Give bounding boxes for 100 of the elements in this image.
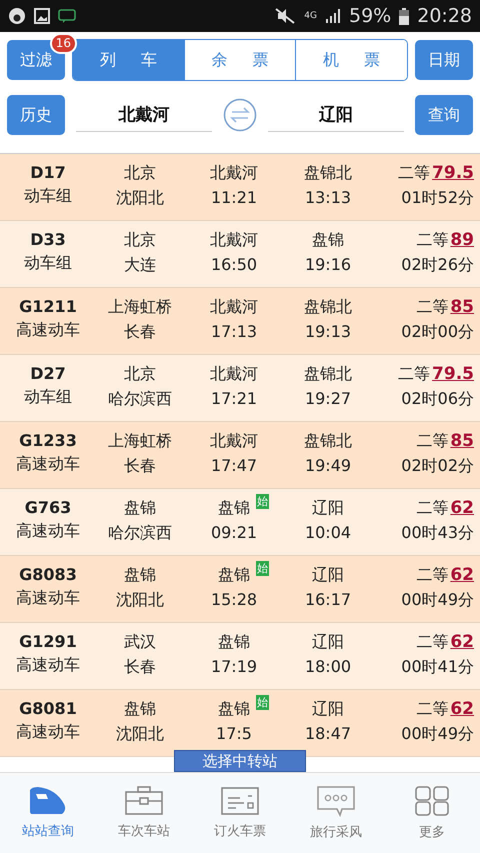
image-icon [34, 8, 50, 24]
terminal-station: 沈阳北 [116, 724, 164, 745]
station-field[interactable]: 北戴河 [76, 98, 212, 132]
price-link[interactable]: 79.5 [432, 364, 474, 384]
origin-station: 北京 [124, 163, 156, 184]
arrival-station: 辽阳 [312, 632, 344, 653]
origin-station: 盘锦 [124, 699, 156, 720]
train-type: 高速动车 [16, 588, 80, 609]
price-link[interactable]: 85 [450, 431, 474, 451]
terminal-station: 沈阳北 [116, 590, 164, 611]
arrival-station: 辽阳 [312, 498, 344, 519]
train-row[interactable]: D17 动车组 北京 沈阳北 北戴河 11:21 盘锦北 13:13 二等 79.5 01时52分 [0, 154, 480, 221]
departure-station: 盘锦 [218, 498, 250, 517]
train-row[interactable]: G1211 高速动车 上海虹桥 长春 北戴河 17:13 盘锦北 19:13 二等 85 02时00分 [0, 288, 480, 355]
arrival-time: 16:17 [304, 590, 352, 609]
terminal-station: 哈尔滨西 [108, 389, 172, 410]
arrival-time: 19:16 [304, 255, 352, 274]
arrival-station: 辽阳 [312, 565, 344, 586]
arrival-station: 盘锦北 [304, 297, 352, 318]
departure-time: 16:50 [210, 255, 258, 274]
search-button[interactable]: 查询 [415, 95, 473, 135]
seat-class: 二等 [416, 498, 448, 519]
origin-station: 盘锦 [124, 498, 156, 519]
briefcase-icon [124, 786, 164, 816]
price-link[interactable]: 89 [450, 230, 474, 250]
origin-station: 武汉 [124, 632, 156, 653]
date-button[interactable]: 日期 [415, 40, 473, 80]
departure-time: 11:21 [210, 188, 258, 207]
price-link[interactable]: 62 [450, 565, 474, 585]
terminal-station: 大连 [124, 255, 156, 276]
nav-tab[interactable]: 站站查询 [22, 822, 74, 840]
duration: 01时52分 [401, 188, 474, 209]
tab[interactable]: 机 票 [295, 40, 407, 80]
train-type: 动车组 [24, 253, 72, 274]
train-number: D17 [30, 163, 66, 182]
seat-class: 二等 [416, 230, 448, 251]
train-type: 高速动车 [16, 521, 80, 542]
train-row[interactable]: G8083 高速动车 盘锦 沈阳北 盘锦 始 15:28 辽阳 16:17 二等 62 00时49分 [0, 556, 480, 623]
duration: 02时26分 [401, 255, 474, 276]
departure-station: 盘锦 [218, 632, 250, 651]
tab[interactable]: 列 车 [73, 40, 184, 80]
departure-time: 17:5 [216, 724, 252, 743]
origin-tag: 始 [256, 561, 269, 576]
transfer-button[interactable]: 选择中转站 [174, 750, 306, 772]
train-row[interactable]: G763 高速动车 盘锦 哈尔滨西 盘锦 始 09:21 辽阳 10:04 二等 62 00时43分 [0, 489, 480, 556]
train-row[interactable]: D33 动车组 北京 大连 北戴河 16:50 盘锦 19:16 二等 89 02时26分 [0, 221, 480, 288]
seat-class: 二等 [398, 364, 430, 385]
departure-time: 09:21 [210, 523, 258, 542]
departure-station: 北戴河 [210, 431, 258, 450]
nav-tab[interactable]: 更多 [419, 823, 445, 841]
arrival-time: 10:04 [304, 523, 352, 542]
train-number: G1291 [19, 632, 77, 651]
train-row[interactable]: G1233 高速动车 上海虹桥 长春 北戴河 17:47 盘锦北 19:49 二等 85 02时02分 [0, 422, 480, 489]
train-number: G1211 [19, 297, 77, 316]
train-type: 高速动车 [16, 454, 80, 475]
departure-station: 北戴河 [210, 364, 258, 383]
nav-tab[interactable]: 订火车票 [214, 822, 266, 840]
train-number: G8083 [19, 565, 77, 584]
origin-tag: 始 [256, 494, 269, 509]
arrival-station: 盘锦北 [304, 364, 352, 385]
battery-percent: 59% [349, 5, 392, 27]
train-row[interactable]: G1291 高速动车 武汉 长春 盘锦 17:19 辽阳 18:00 二等 62 00时41分 [0, 623, 480, 690]
network-label: 4G [304, 11, 317, 21]
arrival-time: 18:47 [304, 724, 352, 743]
departure-time: 17:47 [210, 456, 258, 475]
train-row[interactable]: D27 动车组 北京 哈尔滨西 北戴河 17:21 盘锦北 19:27 二等 79.5 02时06分 [0, 355, 480, 422]
swap-icon[interactable] [223, 98, 257, 132]
terminal-station: 长春 [124, 322, 156, 343]
ticket-icon [220, 786, 260, 816]
arrival-station: 盘锦北 [304, 431, 352, 452]
price-link[interactable]: 85 [450, 297, 474, 317]
arrival-station: 辽阳 [312, 699, 344, 720]
notification-icon [8, 7, 26, 25]
train-icon [28, 786, 68, 816]
train-number: G1233 [19, 431, 77, 450]
train-type: 高速动车 [16, 320, 80, 341]
departure-station: 北戴河 [210, 230, 258, 249]
origin-station: 上海虹桥 [108, 431, 172, 452]
price-link[interactable]: 62 [450, 632, 474, 652]
station-field[interactable]: 辽阳 [268, 98, 404, 132]
history-button[interactable]: 历史 [7, 95, 65, 135]
count-badge: 16 [50, 33, 77, 54]
departure-time: 17:19 [210, 657, 258, 676]
terminal-station: 长春 [124, 456, 156, 477]
duration: 02时00分 [401, 322, 474, 343]
price-link[interactable]: 79.5 [432, 163, 474, 183]
departure-time: 15:28 [210, 590, 258, 609]
departure-station: 盘锦 [218, 565, 250, 584]
clock: 20:28 [417, 5, 472, 27]
nav-tab[interactable]: 车次车站 [118, 822, 170, 840]
seat-class: 二等 [398, 163, 430, 184]
departure-time: 17:13 [210, 322, 258, 341]
price-link[interactable]: 62 [450, 498, 474, 518]
duration: 00时43分 [401, 523, 474, 544]
origin-tag: 始 [256, 695, 269, 710]
duration: 00时41分 [401, 657, 474, 678]
nav-tab[interactable]: 旅行采风 [310, 823, 362, 841]
seat-class: 二等 [416, 565, 448, 586]
train-number: D27 [30, 364, 66, 383]
price-link[interactable]: 62 [450, 699, 474, 719]
